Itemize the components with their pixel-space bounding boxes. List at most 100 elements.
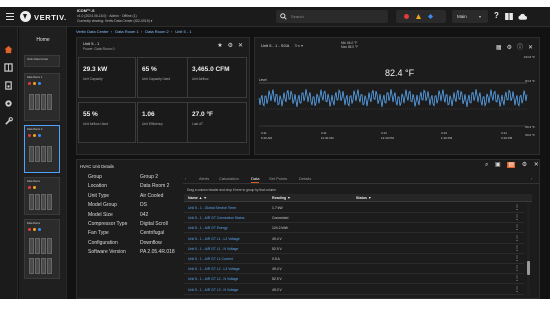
- point-reading: 1.7 kW: [272, 206, 283, 210]
- settings-icon[interactable]: [4, 99, 13, 108]
- cloud-icon[interactable]: [518, 12, 527, 20]
- point-reading: 49.0 V: [272, 287, 282, 292]
- star-icon[interactable]: ★: [217, 43, 222, 49]
- row-menu-icon[interactable]: ⋮: [514, 204, 520, 211]
- table-row[interactable]: Unit 5 - 1 - AIR GT L2 - L3 Voltage 49.4 …: [184, 264, 524, 275]
- close-icon[interactable]: ✕: [238, 43, 243, 49]
- table-row[interactable]: Unit 5 - 1 - Global Service Timer 1.7 kW ⋮: [184, 203, 524, 213]
- scrollbar-thumb[interactable]: [527, 261, 530, 275]
- close-icon[interactable]: ✕: [528, 45, 533, 51]
- tab-data[interactable]: Data: [251, 176, 260, 183]
- tab-set-points[interactable]: Set Points: [269, 176, 287, 181]
- warning-alarm-icon[interactable]: [416, 14, 421, 19]
- close-icon[interactable]: ✕: [534, 162, 539, 168]
- gear-icon[interactable]: ⚙: [507, 45, 512, 51]
- tab-calculation[interactable]: Calculation: [219, 176, 239, 181]
- point-name-link[interactable]: Unit 5 - 1 - Global Service Timer: [188, 206, 236, 210]
- x-tick-label: 3:11: [261, 131, 267, 135]
- sidebar-card-data-room-a[interactable]: Data Room: [24, 177, 60, 215]
- book-icon[interactable]: [505, 13, 513, 20]
- tab-forward[interactable]: ›: [531, 176, 532, 181]
- current-site-selector[interactable]: Currently viewing: Vertiv Data Center (I…: [77, 19, 152, 24]
- info-icon[interactable]: ⓘ: [517, 45, 523, 51]
- table-row[interactable]: Unit 5 - 1 - AIR GT L2 - N Voltage 52.9 V…: [184, 274, 524, 285]
- table-row[interactable]: Unit 5 - 1 - AIR GT L1 - N Voltage 52.9 V…: [184, 244, 524, 254]
- range-selector[interactable]: 7hr ▾: [294, 43, 303, 48]
- sidebar-title: Home: [36, 37, 50, 43]
- sidebar-card-vertiv-data-center[interactable]: Vertiv Data Center: [24, 55, 60, 67]
- point-name-link[interactable]: Unit 5 - 1 - AIR GT Energy: [188, 226, 228, 230]
- column-header-reading[interactable]: Reading ▼: [272, 196, 291, 200]
- unit-summary-panel: Unit 5 - 1 Power: Data Room 0 ★ ⚙ ✕ 29.3 k…: [76, 37, 250, 155]
- search-icon[interactable]: ⌕: [485, 162, 488, 168]
- detail-label: Software Version: [88, 249, 126, 256]
- search-input[interactable]: [291, 13, 381, 20]
- breadcrumb-vertiv-data-center[interactable]: Vertiv Data Center: [76, 29, 109, 34]
- table-row[interactable]: Unit 5 - 1 - AIR GT L1 Current 0.5 A ⋮: [184, 254, 524, 264]
- detail-value: 042: [140, 211, 149, 218]
- export-icon[interactable]: ▣: [495, 162, 501, 168]
- alarm-summary[interactable]: [396, 10, 446, 23]
- row-menu-icon[interactable]: ⋮: [514, 286, 520, 293]
- warning-alarm-icon: [33, 228, 36, 231]
- row-menu-icon[interactable]: ⋮: [514, 255, 520, 262]
- point-name-link[interactable]: Unit 5 - 1 - AIR GT L2 - L3 Voltage: [188, 267, 240, 271]
- unit-subtitle: Power: Data Room 0: [83, 46, 115, 51]
- point-name-link[interactable]: Unit 5 - 1 - AIR GT L1 - N Voltage: [188, 247, 238, 251]
- info-alarm-icon[interactable]: [428, 14, 433, 19]
- gear-icon[interactable]: ⚙: [228, 43, 233, 49]
- detail-label: Location: [88, 183, 107, 190]
- row-menu-icon[interactable]: ⋮: [514, 265, 520, 272]
- help-icon[interactable]: ?: [494, 11, 499, 20]
- point-name-link[interactable]: Unit 5 - 1 - AIR GT L2 - N Voltage: [188, 277, 238, 281]
- tab-details[interactable]: Details: [299, 176, 311, 181]
- point-name-link[interactable]: Unit 5 - 1 - AIR GT L3 - N Voltage: [188, 288, 238, 292]
- detail-value: Centrifugal: [140, 230, 165, 237]
- row-menu-icon[interactable]: ⋮: [514, 235, 520, 242]
- table-row[interactable]: Unit 5 - 1 - AIR GT Connection Status Con…: [184, 213, 524, 224]
- tab-back[interactable]: ‹: [185, 176, 186, 181]
- user-menu-button[interactable]: Main ▾: [452, 10, 488, 23]
- sidebar-card-data-room-1[interactable]: Data Room 1: [24, 73, 60, 121]
- app-info[interactable]: ICOM™-S v1.0 (2024.06.18.0) · Admin · Of…: [77, 9, 152, 24]
- table-row[interactable]: Unit 5 - 1 - AIR GT L1 - L2 Voltage 49.4 …: [184, 234, 524, 244]
- row-menu-icon[interactable]: ⋮: [514, 275, 520, 282]
- critical-alarm-icon[interactable]: [404, 14, 409, 19]
- current-value: 82.4 °F: [385, 68, 415, 78]
- tab-alerts[interactable]: Alerts: [199, 176, 209, 181]
- group-by-hint[interactable]: Drag a column header and drop it here to…: [187, 188, 276, 192]
- column-header-status[interactable]: Status ▼: [356, 196, 372, 200]
- point-name-link[interactable]: Unit 5 - 1 - AIR GT L1 - L2 Voltage: [188, 237, 240, 241]
- table-row[interactable]: Unit 5 - 1 - AIR GT Energy 124.2 kWh ⋮: [184, 223, 524, 234]
- breadcrumb-data-room-1[interactable]: Data Room 1: [115, 29, 139, 34]
- row-menu-icon[interactable]: ⋮: [514, 245, 520, 252]
- calendar-icon[interactable]: ▦: [496, 45, 502, 51]
- home-icon[interactable]: [4, 45, 13, 54]
- devices-icon[interactable]: [4, 81, 13, 90]
- table-row[interactable]: Unit 5 - 1 - AIR GT L3 - N Voltage 49.0 V…: [184, 285, 524, 295]
- site-sidebar: Home Vertiv Data Center Data Room 1 Data…: [19, 27, 67, 299]
- wrench-icon[interactable]: [4, 117, 13, 126]
- info-alarm-icon: [38, 82, 41, 85]
- row-menu-icon[interactable]: ⋮: [514, 224, 520, 231]
- trend-chart[interactable]: 82.4 °F Level 134.9 °F 84.3 °F 60.3 °F 60.0 °…: [255, 54, 539, 154]
- warning-alarm-icon: [33, 186, 36, 189]
- top-bar: VERTIV. ICOM™-S v1.0 (2024.06.18.0) · Ad…: [0, 7, 550, 27]
- axis-label: 134.9 °F: [524, 55, 536, 59]
- menu-icon[interactable]: [6, 13, 14, 20]
- search-box[interactable]: [276, 10, 388, 23]
- grid-icon[interactable]: [4, 63, 13, 72]
- sidebar-card-data-room-2[interactable]: Data Room 2: [24, 125, 60, 173]
- x-tick-label: 3:13: [381, 131, 387, 135]
- table-scrollbar[interactable]: [527, 203, 530, 295]
- row-menu-icon[interactable]: ⋮: [514, 214, 520, 221]
- gear-icon[interactable]: ⚙: [522, 162, 527, 168]
- breadcrumb-data-room-2[interactable]: Data Room 2: [145, 29, 169, 34]
- point-name-link[interactable]: Unit 5 - 1 - AIR GT L1 Current: [188, 257, 233, 261]
- metric-value: 29.3 kW: [83, 66, 108, 73]
- point-name-link[interactable]: Unit 5 - 1 - AIR GT Connection Status: [188, 216, 244, 220]
- download-icon[interactable]: ▤: [507, 162, 516, 168]
- breadcrumb-unit[interactable]: Unit 5 - 1: [175, 29, 191, 34]
- column-header-name[interactable]: Name ▲ ▼: [188, 196, 207, 200]
- sidebar-card-data-room-b[interactable]: Data Room: [24, 219, 60, 279]
